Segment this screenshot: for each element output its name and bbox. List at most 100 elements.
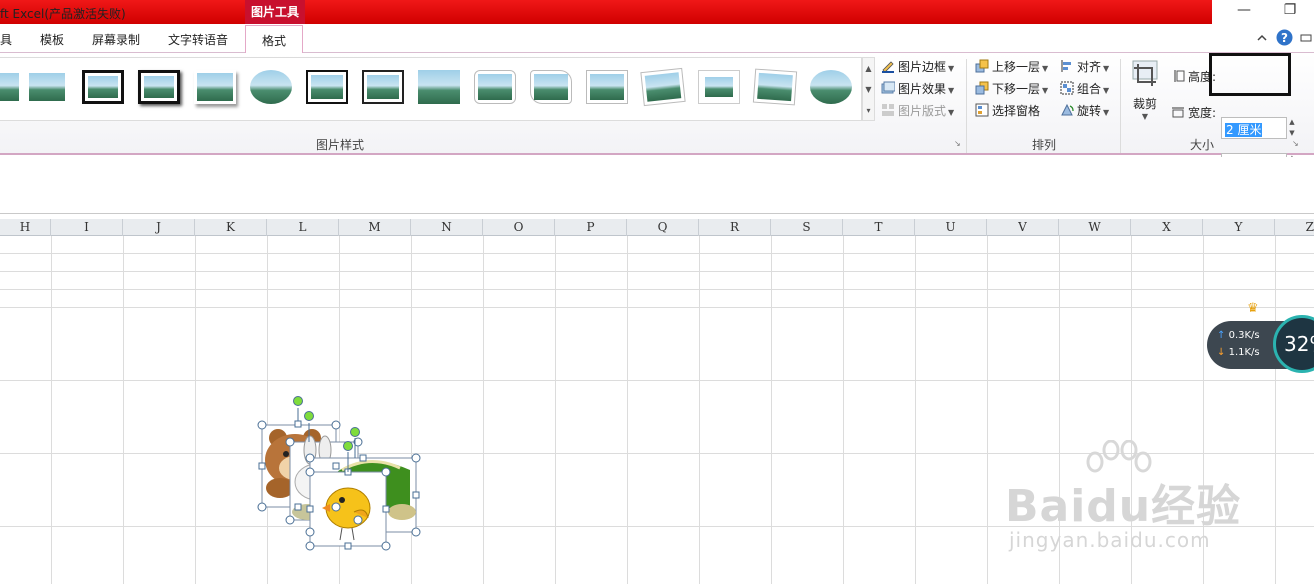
window-title: ft Excel(产品激活失败) — [0, 7, 126, 21]
picture-layout-button[interactable]: 图片版式 ▼ — [881, 102, 954, 119]
height-spinner[interactable]: ▲ ▼ — [1286, 117, 1298, 139]
gallery-scroll-up-icon[interactable]: ▲ — [863, 58, 874, 79]
column-header[interactable]: H — [0, 219, 51, 236]
picture-style-option[interactable] — [698, 70, 740, 104]
picture-style-option[interactable] — [640, 67, 686, 107]
group-separator — [966, 59, 967, 153]
download-speed: 1.1K/s — [1228, 347, 1260, 358]
restore-button[interactable]: ❐ — [1276, 2, 1304, 22]
rotate-button[interactable]: 旋转 ▼ — [1060, 102, 1109, 119]
rotate-icon — [1061, 103, 1074, 116]
height-highlight-box — [1209, 53, 1291, 96]
download-arrow-icon: ↓ — [1217, 347, 1226, 358]
gallery-scrollbar[interactable]: ▲ ▼ ▾ — [862, 57, 875, 121]
ribbon-tab-row: 具 模板 屏幕录制 文字转语音 格式 ? — [0, 25, 1314, 54]
tab-templates[interactable]: 模板 — [40, 31, 64, 48]
upload-speed: 0.3K/s — [1228, 330, 1260, 341]
column-header[interactable]: P — [555, 219, 627, 236]
column-header-row: H I J K L M N O P Q R S T U V W X Y Z — [0, 219, 1314, 236]
column-header[interactable]: R — [699, 219, 771, 236]
send-backward-button[interactable]: 下移一层 ▼ — [975, 80, 1048, 97]
picture-style-option[interactable] — [474, 70, 516, 104]
column-header[interactable]: Y — [1203, 219, 1275, 236]
picture-style-option[interactable] — [362, 70, 404, 104]
group-button[interactable]: 组合 ▼ — [1060, 80, 1109, 97]
column-header[interactable]: U — [915, 219, 987, 236]
column-header[interactable]: K — [195, 219, 267, 236]
tab-screen-record[interactable]: 屏幕录制 — [92, 31, 140, 48]
watermark-url: jingyan.baidu.com — [1009, 528, 1211, 552]
picture-style-option[interactable] — [194, 70, 236, 104]
picture-layout-icon — [882, 104, 894, 116]
ribbon: ▲ ▼ ▾ 图片边框 ▼ 图片效果 ▼ 图片版式 ▼ 图片样式 ↘ 上移一层 ▼ 下移一… — [0, 53, 1314, 175]
upload-arrow-icon: ↑ — [1217, 330, 1226, 341]
tab-format[interactable]: 格式 — [245, 25, 304, 54]
picture-style-option[interactable] — [530, 70, 572, 104]
column-header[interactable]: N — [411, 219, 483, 236]
column-header[interactable]: V — [987, 219, 1059, 236]
help-icon[interactable]: ? — [1276, 29, 1293, 46]
align-button[interactable]: 对齐 ▼ — [1060, 58, 1109, 75]
picture-tools-context-tab[interactable]: 图片工具 — [245, 0, 305, 24]
column-header[interactable]: W — [1059, 219, 1131, 236]
minimize-ribbon-icon[interactable] — [1300, 33, 1312, 43]
column-header[interactable]: S — [771, 219, 843, 236]
arrange-group-label: 排列 — [1032, 138, 1057, 152]
gallery-scroll-down-icon[interactable]: ▼ — [863, 79, 874, 100]
network-speed-widget[interactable]: ↑ 0.3K/s ↓ 1.1K/s 32% — [1207, 315, 1314, 373]
column-header[interactable]: T — [843, 219, 915, 236]
crop-icon — [1132, 60, 1158, 86]
column-header[interactable]: O — [483, 219, 555, 236]
tab-tools[interactable]: 具 — [0, 31, 12, 48]
column-header[interactable]: L — [267, 219, 339, 236]
size-launcher-icon[interactable]: ↘ — [1292, 139, 1301, 148]
column-header[interactable]: Q — [627, 219, 699, 236]
baidu-watermark: Baidu经验 jingyan.baidu.com — [1005, 440, 1255, 560]
tab-text-to-speech[interactable]: 文字转语音 — [168, 31, 228, 48]
column-header[interactable]: Z — [1275, 219, 1314, 236]
selected-pictures-group[interactable] — [250, 390, 430, 560]
picture-effects-icon — [881, 81, 895, 94]
bring-forward-button[interactable]: 上移一层 ▼ — [975, 58, 1048, 75]
collapse-ribbon-icon[interactable] — [1256, 32, 1268, 44]
column-header[interactable]: J — [123, 219, 195, 236]
picture-style-option[interactable] — [810, 70, 852, 104]
picture-border-button[interactable]: 图片边框 ▼ — [881, 58, 954, 75]
memory-gauge[interactable]: 32% — [1273, 315, 1314, 373]
column-header[interactable]: X — [1131, 219, 1203, 236]
title-bar-background — [0, 0, 1212, 24]
formula-area — [0, 157, 1314, 214]
pencil-icon — [882, 61, 894, 73]
send-backward-icon — [975, 81, 989, 95]
picture-style-option[interactable] — [138, 70, 180, 104]
picture-effects-button[interactable]: 图片效果 ▼ — [881, 80, 954, 97]
picture-style-option[interactable] — [586, 70, 628, 104]
column-header[interactable]: I — [51, 219, 123, 236]
vip-crown-icon[interactable]: ♛ — [1247, 301, 1259, 316]
bring-forward-icon — [975, 59, 989, 73]
picture-styles-launcher-icon[interactable]: ↘ — [954, 139, 963, 148]
picture-style-option[interactable] — [250, 70, 292, 104]
chick-turtle-picture[interactable] — [309, 457, 417, 547]
watermark-logo-text: Baidu经验 — [1005, 481, 1242, 532]
gallery-more-icon[interactable]: ▾ — [863, 100, 874, 121]
picture-style-option[interactable] — [306, 70, 348, 104]
height-icon — [1174, 70, 1185, 82]
picture-style-option[interactable] — [82, 70, 124, 104]
column-header[interactable]: M — [339, 219, 411, 236]
svg-text:?: ? — [1281, 31, 1288, 45]
width-label: 宽度: — [1171, 104, 1216, 121]
selection-pane-button[interactable]: 选择窗格 — [975, 102, 1040, 119]
picture-style-option[interactable] — [418, 70, 460, 104]
group-icon — [1060, 81, 1074, 95]
picture-style-option[interactable] — [0, 70, 22, 104]
minimize-button[interactable]: — — [1230, 2, 1258, 22]
picture-styles-gallery — [0, 57, 862, 121]
crop-button[interactable]: 裁剪 ▼ — [1129, 58, 1161, 124]
height-input[interactable]: 2 厘米 — [1221, 117, 1287, 139]
align-icon — [1061, 60, 1071, 72]
size-group-label: 大小 — [1190, 138, 1215, 152]
width-icon — [1172, 107, 1184, 118]
picture-style-option[interactable] — [26, 70, 68, 104]
picture-style-option[interactable] — [752, 68, 798, 106]
